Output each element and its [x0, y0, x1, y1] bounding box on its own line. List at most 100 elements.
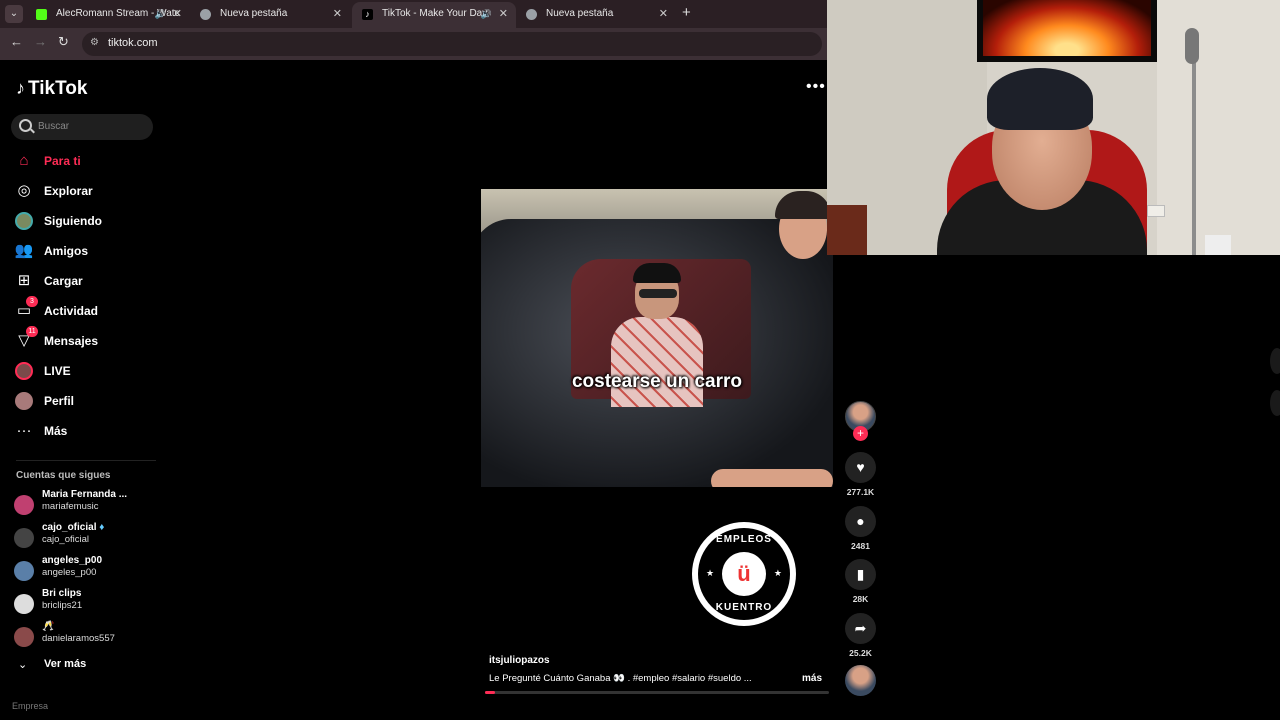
tab-title: TikTok - Make Your Day — [382, 8, 488, 19]
sidebar: ♪ TikTok Buscar ⌂ Para ti ◎ Explorar Sigu… — [0, 60, 170, 720]
following-account[interactable]: Bri clips briclips21 — [14, 588, 164, 618]
new-tab-plus-icon[interactable]: + — [682, 4, 691, 21]
search-icon — [19, 119, 32, 132]
avatar — [14, 495, 34, 515]
account-name: angeles_p00 — [42, 555, 103, 566]
close-icon[interactable]: ✕ — [499, 2, 508, 26]
footer-link[interactable]: Empresa — [12, 701, 48, 711]
forward-arrow-icon[interactable]: → — [34, 34, 47, 49]
globe-favicon-icon — [526, 9, 537, 20]
streamer-cap — [987, 68, 1093, 130]
sidebar-item-mas[interactable]: ··· Más — [14, 419, 164, 445]
shelf — [1205, 235, 1231, 255]
screen: ⌄ AlecRomann Stream - Watc 🔊 ✕ Nueva pes… — [0, 0, 1280, 720]
speaker-icon[interactable]: 🔊 — [481, 2, 492, 26]
following-account[interactable]: angeles_p00 angeles_p00 — [14, 555, 164, 585]
like-count: 277.1K — [846, 487, 875, 497]
account-username: mariafemusic — [42, 501, 99, 512]
sidebar-item-label: Actividad — [44, 304, 99, 318]
sidebar-item-cargar[interactable]: ⊞ Cargar — [14, 269, 164, 295]
sidebar-item-label: Amigos — [44, 244, 89, 258]
video-progress-fill — [485, 691, 496, 694]
reload-icon[interactable]: ↻ — [58, 34, 69, 50]
video-description: Le Pregunté Cuánto Ganaba 👀 . #empleo #s… — [489, 673, 752, 684]
fireplace-image — [983, 0, 1151, 56]
sidebar-item-perfil[interactable]: Perfil — [14, 389, 164, 415]
video-interviewer — [769, 189, 833, 369]
tab-stream[interactable]: AlecRomann Stream - Watc 🔊 ✕ — [26, 2, 190, 28]
sidebar-item-label: Para ti — [44, 154, 81, 168]
avatar — [14, 594, 34, 614]
avatar — [14, 528, 34, 548]
site-info-icon[interactable]: ⚙ — [90, 37, 99, 48]
save-count: 28K — [852, 594, 869, 604]
upload-icon: ⊞ — [17, 272, 31, 289]
follow-plus-icon[interactable]: + — [853, 426, 868, 441]
live-icon — [14, 361, 34, 381]
sound-disc-avatar[interactable] — [845, 665, 876, 696]
sidebar-item-live[interactable]: LIVE — [14, 359, 164, 385]
brand-logo-center: ü — [722, 552, 766, 596]
divider — [16, 460, 156, 461]
avatar — [14, 561, 34, 581]
see-more-label: Ver más — [44, 658, 87, 670]
like-button[interactable]: ♥ 277.1K — [845, 452, 876, 497]
tiktok-logo[interactable]: ♪ TikTok — [16, 78, 87, 100]
tab-search-icon[interactable]: ⌄ — [5, 5, 23, 23]
sidebar-item-label: Perfil — [44, 394, 75, 408]
tab-new-2[interactable]: Nueva pestaña ✕ — [516, 2, 676, 28]
scroll-down-button[interactable] — [1270, 390, 1280, 416]
profile-avatar-icon — [14, 391, 34, 411]
tab-strip: ⌄ AlecRomann Stream - Watc 🔊 ✕ Nueva pes… — [0, 0, 828, 28]
description-more-button[interactable]: más — [802, 673, 822, 684]
tab-new-1[interactable]: Nueva pestaña ✕ — [190, 2, 350, 28]
address-bar[interactable]: ⚙ tiktok.com — [82, 32, 822, 56]
notification-badge: 11 — [26, 326, 38, 337]
back-arrow-icon[interactable]: ← — [10, 34, 23, 49]
close-icon[interactable]: ✕ — [173, 2, 182, 26]
share-count: 25.2K — [849, 648, 872, 658]
compass-icon: ◎ — [17, 182, 31, 199]
video-author[interactable]: itsjuliopazos — [489, 655, 550, 666]
sidebar-item-para-ti[interactable]: ⌂ Para ti — [14, 149, 164, 175]
following-account[interactable]: cajo_oficial ♦ cajo_oficial — [14, 522, 164, 552]
video-player[interactable]: costearse un carro — [481, 189, 833, 487]
close-icon[interactable]: ✕ — [659, 2, 668, 26]
sidebar-item-siguiendo[interactable]: Siguiendo — [14, 209, 164, 235]
tab-title: Nueva pestaña — [220, 8, 288, 19]
account-username: angeles_p00 — [42, 567, 97, 578]
browser-chrome: ⌄ AlecRomann Stream - Watc 🔊 ✕ Nueva pes… — [0, 0, 828, 60]
share-arrow-icon: ➦ — [845, 613, 876, 644]
globe-favicon-icon — [200, 9, 211, 20]
comment-count: 2481 — [851, 541, 870, 551]
scroll-up-button[interactable] — [1270, 348, 1280, 374]
speaker-icon[interactable]: 🔊 — [155, 2, 166, 26]
account-username: danielaramos557 — [42, 633, 115, 644]
brand-logo-top-text: EMPLEOS — [716, 534, 772, 545]
bookmark-icon: ▮ — [845, 559, 876, 590]
logo-text: TikTok — [28, 78, 88, 99]
account-name: Maria Fernanda ... — [42, 489, 128, 500]
following-account[interactable]: Maria Fernanda ... mariafemusic — [14, 489, 164, 519]
url-text: tiktok.com — [108, 37, 158, 49]
save-button[interactable]: ▮ 28K — [845, 559, 876, 604]
kick-favicon-icon — [36, 9, 47, 20]
sidebar-item-actividad[interactable]: ▭ 3 Actividad — [14, 296, 164, 325]
close-icon[interactable]: ✕ — [333, 2, 342, 26]
tab-tiktok[interactable]: ♪ TikTok - Make Your Day 🔊 ✕ — [352, 2, 516, 28]
sidebar-item-explorar[interactable]: ◎ Explorar — [14, 179, 164, 205]
sidebar-item-mensajes[interactable]: ▽ 11 Mensajes — [14, 326, 164, 355]
tiktok-note-icon: ♪ — [16, 78, 25, 98]
comment-icon: ● — [845, 506, 876, 537]
sidebar-item-label: Explorar — [44, 184, 93, 198]
search-input[interactable]: Buscar — [11, 114, 153, 140]
video-hand — [711, 469, 833, 487]
account-name: Bri clips — [42, 588, 82, 599]
following-account[interactable]: 🥂 danielaramos557 — [14, 621, 164, 651]
video-progress-bar[interactable] — [485, 691, 829, 694]
comment-button[interactable]: ● 2481 — [845, 506, 876, 551]
home-icon: ⌂ — [19, 152, 29, 169]
more-options-icon[interactable]: ••• — [806, 78, 826, 96]
sidebar-item-amigos[interactable]: 👥 Amigos — [14, 239, 164, 265]
share-button[interactable]: ➦ 25.2K — [845, 613, 876, 658]
